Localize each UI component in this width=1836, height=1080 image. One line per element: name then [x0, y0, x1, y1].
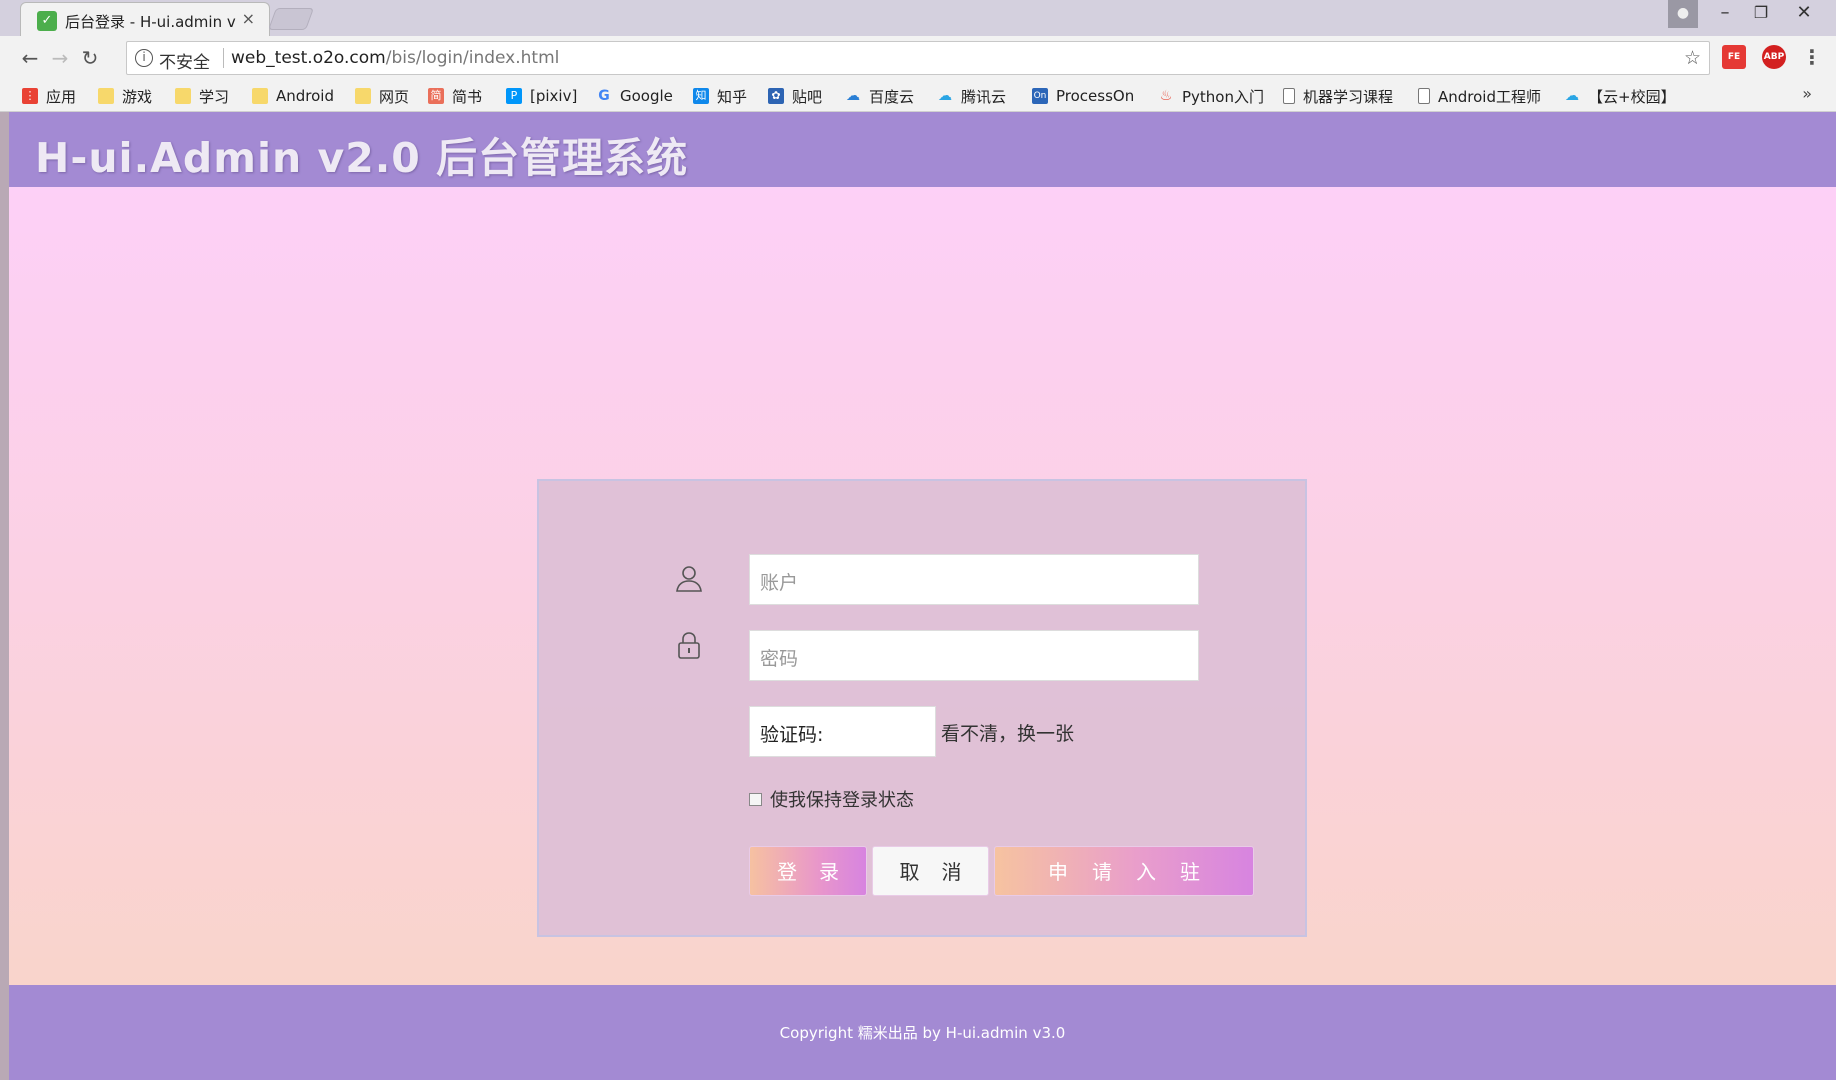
back-arrow-icon[interactable]: ←	[18, 46, 42, 70]
cancel-button[interactable]: 取消	[872, 846, 989, 896]
bookmark-label: Android工程师	[1438, 87, 1541, 106]
url-host: web_test.o2o.com	[231, 48, 386, 68]
cloud-icon: ☁	[938, 88, 952, 104]
bookmark-label: Python入门	[1182, 87, 1264, 106]
google-icon: G	[598, 88, 610, 104]
tab-strip: ✓ 后台登录 - H-ui.admin v × ● – ❐ ✕	[0, 0, 1836, 36]
bookmarks-bar: ⋮ 应用 游戏 学习 Android 网页 简简书 P [pixiv] G Googl…	[0, 80, 1836, 112]
tab-title: 后台登录 - H-ui.admin v	[65, 13, 236, 31]
leaf-icon: ✓	[37, 11, 57, 31]
page-icon	[1418, 88, 1430, 104]
bookmark-tencent-cloud[interactable]: ☁ 腾讯云	[937, 85, 1006, 107]
pixiv-icon: P	[506, 88, 522, 104]
bookmark-apps[interactable]: ⋮ 应用	[22, 85, 76, 107]
bookmark-python[interactable]: ♨ Python入门	[1158, 85, 1264, 107]
user-icon	[676, 566, 702, 592]
bookmark-label: 贴吧	[792, 87, 823, 106]
security-status[interactable]: 不安全	[159, 48, 210, 73]
jianshu-icon: 简	[428, 88, 444, 104]
bookmark-label: 知乎	[717, 87, 748, 106]
bookmark-label: 机器学习课程	[1303, 87, 1394, 106]
bookmark-ml-course[interactable]: 机器学习课程	[1283, 85, 1393, 107]
login-background: 账户 密码 验证码: 看不清，换一张 使我保持登录状态 登录 取消 申请入驻	[9, 187, 1836, 985]
url-text[interactable]: web_test.o2o.com/bis/login/index.html	[231, 48, 559, 68]
browser-toolbar: ← → ↻ i 不安全 web_test.o2o.com/bis/login/i…	[0, 36, 1836, 80]
address-separator	[223, 48, 224, 68]
bookmark-label: 学习	[199, 87, 230, 106]
adblock-plus-icon[interactable]: ABP	[1762, 45, 1786, 69]
window-left-edge	[0, 112, 9, 1080]
bookmark-label: 网页	[379, 87, 410, 106]
bookmarks-overflow-button[interactable]: »	[1802, 84, 1812, 103]
bookmark-label: 游戏	[122, 87, 153, 106]
bookmark-folder-web[interactable]: 网页	[355, 85, 409, 107]
user-profile-icon[interactable]: ●	[1668, 0, 1698, 28]
minimize-window-button[interactable]: –	[1710, 0, 1740, 28]
info-icon[interactable]: i	[135, 49, 153, 67]
bookmark-label: 简书	[452, 87, 483, 106]
web-page: H-ui.Admin v2.0 后台管理系统 账户 密码 验证码: 看不清，换一…	[9, 112, 1836, 1080]
bookmark-google[interactable]: G Google	[596, 85, 673, 107]
tieba-icon: ✿	[768, 88, 784, 104]
login-button[interactable]: 登录	[749, 846, 867, 896]
captcha-refresh-link[interactable]: 看不清，换一张	[941, 719, 1074, 746]
browser-menu-icon[interactable]: ⋮	[1802, 45, 1822, 69]
forward-arrow-icon[interactable]: →	[48, 46, 72, 70]
bookmark-zhihu[interactable]: 知知乎	[693, 85, 747, 107]
cloud-icon: ☁	[1565, 88, 1579, 104]
captcha-input[interactable]: 验证码:	[749, 706, 936, 757]
apps-icon: ⋮	[22, 88, 38, 104]
bookmark-cloud-campus[interactable]: ☁ 【云+校园】	[1564, 85, 1676, 107]
bookmark-star-icon[interactable]: ☆	[1684, 47, 1701, 69]
remember-me-label: 使我保持登录状态	[770, 790, 914, 811]
page-title: H-ui.Admin v2.0 后台管理系统	[35, 134, 689, 182]
reload-icon[interactable]: ↻	[78, 46, 102, 70]
bookmark-folder-android[interactable]: Android	[252, 85, 334, 107]
folder-icon	[175, 88, 191, 104]
bookmark-label: ProcessOn	[1056, 87, 1135, 105]
flame-icon: ♨	[1159, 88, 1173, 104]
bookmark-label: 【云+校园】	[1588, 87, 1676, 106]
folder-icon	[252, 88, 268, 104]
bookmark-label: [pixiv]	[530, 87, 578, 105]
close-window-button[interactable]: ✕	[1784, 0, 1824, 28]
fe-extension-icon[interactable]: FE	[1722, 45, 1746, 69]
login-form: 账户 密码 验证码: 看不清，换一张 使我保持登录状态 登录 取消 申请入驻	[537, 479, 1307, 937]
remember-me-checkbox[interactable]	[749, 792, 762, 806]
baiduyun-icon: ☁	[846, 88, 860, 104]
tab-close-button[interactable]: ×	[242, 9, 255, 28]
bookmark-folder-games[interactable]: 游戏	[98, 85, 152, 107]
copyright-text: Copyright 糯米出品 by H-ui.admin v3.0	[779, 1024, 1066, 1042]
apply-button[interactable]: 申请入驻	[994, 846, 1254, 896]
bookmark-processon[interactable]: On ProcessOn	[1032, 85, 1134, 107]
url-path: /bis/login/index.html	[385, 48, 560, 68]
browser-tab[interactable]: ✓ 后台登录 - H-ui.admin v ×	[20, 2, 270, 36]
zhihu-icon: 知	[693, 88, 709, 104]
remember-me-option[interactable]: 使我保持登录状态	[749, 786, 914, 812]
processon-icon: On	[1032, 88, 1048, 104]
page-footer: Copyright 糯米出品 by H-ui.admin v3.0	[9, 985, 1836, 1080]
bookmark-tieba[interactable]: ✿ 贴吧	[768, 85, 822, 107]
password-input[interactable]: 密码	[749, 630, 1199, 681]
folder-icon	[355, 88, 371, 104]
bookmark-label: Android	[276, 87, 334, 105]
bookmark-label: 应用	[46, 87, 77, 106]
bookmark-pixiv[interactable]: P [pixiv]	[506, 85, 577, 107]
account-input[interactable]: 账户	[749, 554, 1199, 605]
bookmark-folder-study[interactable]: 学习	[175, 85, 229, 107]
bookmark-label: 百度云	[869, 87, 915, 106]
bookmark-label: Google	[620, 87, 673, 105]
page-icon	[1283, 88, 1295, 104]
lock-icon	[678, 632, 700, 659]
maximize-window-button[interactable]: ❐	[1746, 0, 1776, 28]
address-bar[interactable]: i 不安全 web_test.o2o.com/bis/login/index.h…	[126, 41, 1710, 75]
folder-icon	[98, 88, 114, 104]
new-tab-button[interactable]	[267, 8, 315, 30]
bookmark-label: 腾讯云	[961, 87, 1007, 106]
bookmark-jianshu[interactable]: 简简书	[428, 85, 482, 107]
bookmark-baiduyun[interactable]: ☁ 百度云	[845, 85, 914, 107]
bookmark-android-engineer[interactable]: Android工程师	[1418, 85, 1541, 107]
page-header: H-ui.Admin v2.0 后台管理系统	[9, 112, 1836, 187]
